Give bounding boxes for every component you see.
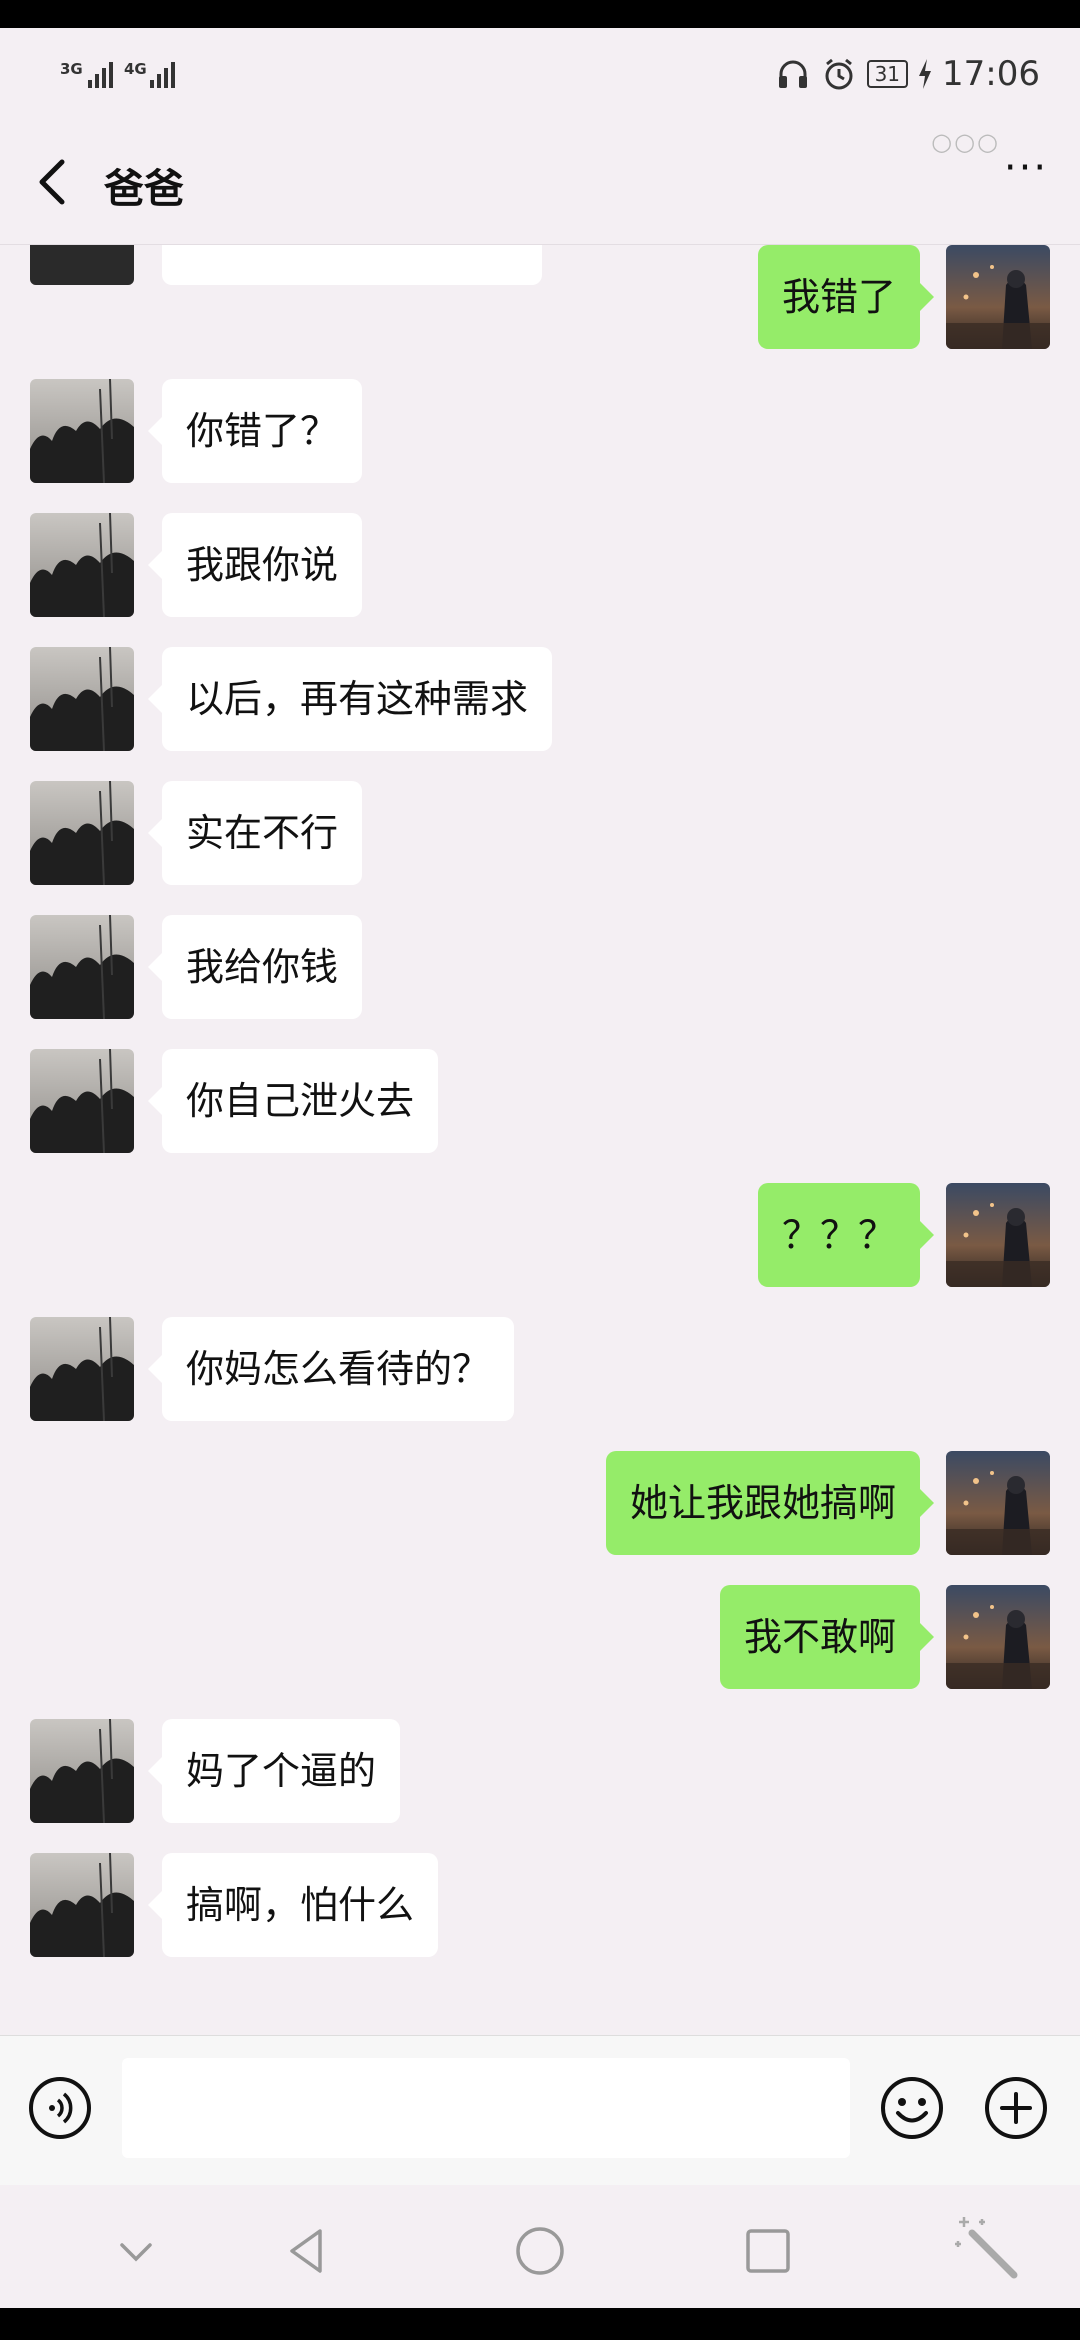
message-row: ？？？	[0, 1183, 1080, 1287]
message-bubble-received[interactable]: 实在不行	[147, 781, 363, 885]
back-triangle-icon[interactable]	[280, 2223, 336, 2279]
message-row: 我给你钱	[0, 915, 1080, 1019]
message-row: 她让我跟她搞啊	[0, 1451, 1080, 1555]
message-bubble-received[interactable]: 以后，再有这种需求	[147, 647, 553, 751]
message-bubble-received[interactable]: 你自己泄火去	[147, 1049, 439, 1153]
plus-icon[interactable]	[984, 2076, 1048, 2140]
clock: 17:06	[942, 54, 1040, 94]
more-dots-icon[interactable]: ···	[996, 148, 1056, 196]
message-row: 你错了？	[0, 379, 1080, 483]
message-row: 搞啊，怕什么	[0, 1853, 1080, 1957]
contact-avatar[interactable]	[30, 1049, 134, 1153]
recents-square-icon[interactable]	[740, 2223, 796, 2279]
message-list[interactable]: 我错了你错了？ 我跟你说以后，再有这种需求 实在不行我给你钱你自己泄火去 ？？？ 你妈怎…	[0, 245, 1080, 2035]
message-bubble-received[interactable]: 我跟你说	[147, 513, 363, 617]
chat-title: 爸爸	[104, 166, 184, 212]
headphones-icon	[778, 60, 807, 88]
contact-avatar[interactable]	[30, 1853, 134, 1957]
message-bubble-received[interactable]: 搞啊，怕什么	[147, 1853, 439, 1957]
message-bubble-sent[interactable]: 我不敢啊	[719, 1585, 935, 1689]
message-bubble-received[interactable]: 你妈怎么看待的？	[147, 1317, 515, 1421]
message-row: 以后，再有这种需求	[0, 647, 1080, 751]
message-bubble-received[interactable]: 你错了？	[147, 379, 363, 483]
alarm-icon	[825, 58, 853, 90]
signal-label-1: 3G	[60, 60, 83, 78]
contact-avatar[interactable]	[30, 781, 134, 885]
my-avatar[interactable]	[946, 1451, 1050, 1555]
home-circle-icon[interactable]	[512, 2223, 568, 2279]
message-row: 你妈怎么看待的？	[0, 1317, 1080, 1421]
chat-header: 爸爸 ○○○ ···	[0, 120, 1080, 244]
chevron-left-icon[interactable]	[30, 154, 80, 210]
charging-icon	[919, 59, 932, 89]
message-row: 实在不行	[0, 781, 1080, 885]
navigation-bar	[0, 2185, 1080, 2308]
message-bubble-sent[interactable]: 我错了	[757, 245, 935, 349]
contact-avatar[interactable]	[30, 1719, 134, 1823]
signal-2-icon	[150, 60, 175, 88]
miniprogram-dots-icon[interactable]: ○○○	[931, 128, 1000, 156]
message-input[interactable]	[122, 2058, 850, 2158]
my-avatar[interactable]	[946, 245, 1050, 349]
signal-1-icon	[88, 60, 113, 88]
voice-icon[interactable]	[28, 2076, 92, 2140]
input-bar	[0, 2035, 1080, 2186]
contact-avatar[interactable]	[30, 379, 134, 483]
message-bubble-sent[interactable]: 她让我跟她搞啊	[605, 1451, 935, 1555]
signal-label-2: 4G	[124, 60, 147, 78]
message-row: 我不敢啊	[0, 1585, 1080, 1689]
message-row: 我跟你说	[0, 513, 1080, 617]
top-black-bar	[0, 0, 1080, 28]
chevron-down-icon[interactable]	[108, 2223, 164, 2279]
my-avatar[interactable]	[946, 1585, 1050, 1689]
message-row: 你自己泄火去	[0, 1049, 1080, 1153]
emoji-icon[interactable]	[880, 2076, 944, 2140]
my-avatar[interactable]	[946, 1183, 1050, 1287]
status-right-group: 31 17:06	[775, 54, 1040, 94]
magic-wand-icon[interactable]	[952, 2213, 1022, 2283]
battery-indicator: 31	[866, 60, 909, 88]
bottom-black-bar	[0, 2308, 1080, 2340]
message-bubble-sent[interactable]: ？？？	[757, 1183, 935, 1287]
message-bubble-received[interactable]: 我给你钱	[147, 915, 363, 1019]
status-bar: 3G 4G 31 17:06	[0, 28, 1080, 120]
message-bubble-received[interactable]: 妈了个逼的	[147, 1719, 401, 1823]
contact-avatar[interactable]	[30, 647, 134, 751]
contact-avatar[interactable]	[30, 1317, 134, 1421]
message-row: 妈了个逼的	[0, 1719, 1080, 1823]
contact-avatar[interactable]	[30, 915, 134, 1019]
contact-avatar[interactable]	[30, 513, 134, 617]
message-row: 我错了	[0, 245, 1080, 349]
